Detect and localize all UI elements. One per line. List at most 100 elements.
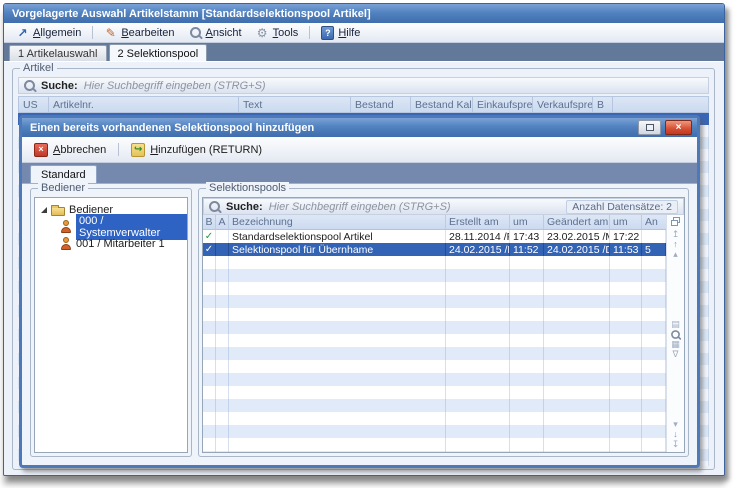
table-row-standardselektionspool[interactable]: ✓ Standardselektionspool Artikel 28.11.2… xyxy=(203,230,666,243)
artikel-table-header: US Artikelnr. Text Bestand Bestand Kalk.… xyxy=(18,96,709,113)
check-icon: ✓ xyxy=(205,245,213,255)
person-icon xyxy=(60,237,72,250)
small-down-icon[interactable]: ▾ xyxy=(673,419,678,429)
menu-separator xyxy=(92,26,93,39)
search-icon xyxy=(209,201,220,212)
bediener-group-label: Bediener xyxy=(38,182,88,195)
go-last-icon[interactable]: ↧ xyxy=(672,439,680,449)
bediener-group: Bediener Bediener 000 / Systemverwalter … xyxy=(30,188,192,457)
menu-label: Ansicht xyxy=(206,27,242,39)
close-icon: × xyxy=(676,123,682,133)
menu-item-bearbeiten[interactable]: ✎ Bearbeiten xyxy=(98,25,180,40)
cell-erstellt-um: 11:52 xyxy=(510,243,544,256)
search-label: Suche: xyxy=(226,201,263,213)
cancel-button[interactable]: × Abbrechen xyxy=(28,141,112,159)
down-icon[interactable]: ↓ xyxy=(673,429,678,439)
selektionspools-box: Suche: Hier Suchbegriff eingeben (STRG+S… xyxy=(202,197,685,453)
add-selektionspool-dialog: Einen bereits vorhandenen Selektionspool… xyxy=(19,115,700,468)
table-row-selektionspool-uebernahme[interactable]: ✓ Selektionspool für Übernhame 24.02.201… xyxy=(203,243,666,256)
cell-bezeichnung: Standardselektionspool Artikel xyxy=(229,230,446,243)
window-titlebar: Vorgelagerte Auswahl Artikelstamm [Stand… xyxy=(4,4,724,23)
pools-empty-rows xyxy=(203,256,666,452)
bediener-tree: Bediener 000 / Systemverwalter 001 / Mit… xyxy=(34,197,188,453)
cell-geaendert-um: 11:53 xyxy=(610,243,642,256)
dialog-titlebar: Einen bereits vorhandenen Selektionspool… xyxy=(22,118,697,137)
column-header-b[interactable]: B xyxy=(593,97,613,112)
cell-an: 5 xyxy=(642,243,666,256)
menu-item-allgemein[interactable]: ↗ Allgemein xyxy=(10,25,87,40)
selektionspools-group: Selektionspools Suche: Hier Suchbegriff … xyxy=(198,188,689,457)
restore-icon xyxy=(646,124,654,131)
column-header-a[interactable]: A xyxy=(216,215,229,229)
menu-item-hilfe[interactable]: ? Hilfe xyxy=(315,25,366,40)
tab-standard[interactable]: Standard xyxy=(30,165,97,183)
dialog-tab-panel: Bediener Bediener 000 / Systemverwalter … xyxy=(22,183,697,465)
cell-an xyxy=(642,230,666,243)
cell-erstellt-am: 28.11.2014 /Fr xyxy=(446,230,510,243)
tab-artikelauswahl[interactable]: 1 Artikelauswahl xyxy=(9,45,107,62)
column-header-bestand-kalk[interactable]: Bestand Kalk. xyxy=(411,97,473,112)
menu-separator xyxy=(309,26,310,39)
tab-label: 2 Selektionspool xyxy=(118,48,199,60)
column-header-us[interactable]: US xyxy=(19,97,49,112)
folder-icon xyxy=(51,207,65,216)
pencil-icon: ✎ xyxy=(104,26,117,39)
column-header-bestand[interactable]: Bestand xyxy=(351,97,411,112)
column-header-geaendert-um[interactable]: um xyxy=(610,215,642,229)
menu-bar: ↗ Allgemein ✎ Bearbeiten Ansicht ⚙ Tools… xyxy=(4,23,724,43)
search-placeholder: Hier Suchbegriff eingeben (STRG+S) xyxy=(84,80,266,92)
record-count-badge: Anzahl Datensätze: 2 xyxy=(566,200,678,214)
column-header-einkaufspreis[interactable]: Einkaufspreis xyxy=(473,97,533,112)
column-header-text[interactable]: Text xyxy=(239,97,351,112)
tree-item-mitarbeiter1[interactable]: 001 / Mitarbeiter 1 xyxy=(35,235,187,252)
tree-expander-icon[interactable] xyxy=(41,207,47,213)
add-button[interactable]: ↪ Hinzufügen (RETURN) xyxy=(125,141,268,159)
artikel-search-input[interactable]: Suche: Hier Suchbegriff eingeben (STRG+S… xyxy=(18,77,709,94)
toolbar-separator xyxy=(118,143,119,156)
selektionspools-group-label: Selektionspools xyxy=(206,182,289,195)
tree-item-systemverwalter[interactable]: 000 / Systemverwalter xyxy=(35,218,187,235)
column-options-icon[interactable] xyxy=(671,217,680,226)
column-header-artikelnr[interactable]: Artikelnr. xyxy=(49,97,239,112)
dialog-toolbar: × Abbrechen ↪ Hinzufügen (RETURN) xyxy=(22,137,697,163)
tree-item-label: 001 / Mitarbeiter 1 xyxy=(76,238,165,250)
tab-selektionspool[interactable]: 2 Selektionspool xyxy=(109,44,208,62)
column-header-b[interactable]: B xyxy=(203,215,216,229)
close-button[interactable]: × xyxy=(665,120,692,135)
column-header-erstellt-um[interactable]: um xyxy=(510,215,544,229)
search-label: Suche: xyxy=(41,80,78,92)
add-label: Hinzufügen (RETURN) xyxy=(150,144,262,156)
column-header-erstellt-am[interactable]: Erstellt am xyxy=(446,215,510,229)
grid-view-icon[interactable]: ▦ xyxy=(671,339,680,349)
menu-item-tools[interactable]: ⚙ Tools xyxy=(250,25,305,40)
cell-geaendert-am: 23.02.2015 /Mo xyxy=(544,230,610,243)
column-header-bezeichnung[interactable]: Bezeichnung xyxy=(229,215,446,229)
dialog-body: Standard Bediener Bediener 000 / Systemv… xyxy=(22,163,697,465)
column-header-geaendert-am[interactable]: Geändert am xyxy=(544,215,610,229)
cell-geaendert-am: 24.02.2015 /Di xyxy=(544,243,610,256)
menu-item-ansicht[interactable]: Ansicht xyxy=(183,25,248,40)
add-icon: ↪ xyxy=(131,143,145,157)
tab-label: 1 Artikelauswahl xyxy=(18,48,98,60)
pools-table-header: B A Bezeichnung Erstellt am um Geändert … xyxy=(203,215,666,230)
search-rows-icon[interactable] xyxy=(670,329,681,339)
cell-erstellt-am: 24.02.2015 /Di xyxy=(446,243,510,256)
column-header-an[interactable]: An xyxy=(642,215,666,229)
menu-label: Allgemein xyxy=(33,27,81,39)
rows-view-icon[interactable]: ▤ xyxy=(671,319,680,329)
cell-geaendert-um: 17:22 xyxy=(610,230,642,243)
cell-bezeichnung: Selektionspool für Übernhame xyxy=(229,243,446,256)
window-title: Vorgelagerte Auswahl Artikelstamm [Stand… xyxy=(12,8,371,20)
pools-search-input[interactable]: Suche: Hier Suchbegriff eingeben (STRG+S… xyxy=(203,198,684,215)
restore-button[interactable] xyxy=(638,120,661,135)
check-icon: ✓ xyxy=(205,232,213,242)
small-up-icon[interactable]: ▴ xyxy=(673,249,678,259)
menu-label: Hilfe xyxy=(338,27,360,39)
magnifier-icon xyxy=(189,26,202,39)
column-header-verkaufspreis[interactable]: Verkaufspreis xyxy=(533,97,593,112)
up-icon[interactable]: ↑ xyxy=(673,239,678,249)
menu-label: Bearbeiten xyxy=(121,27,174,39)
cell-a xyxy=(216,230,229,243)
go-first-icon[interactable]: ↥ xyxy=(672,229,680,239)
filter-icon[interactable]: ∇ xyxy=(672,349,678,359)
